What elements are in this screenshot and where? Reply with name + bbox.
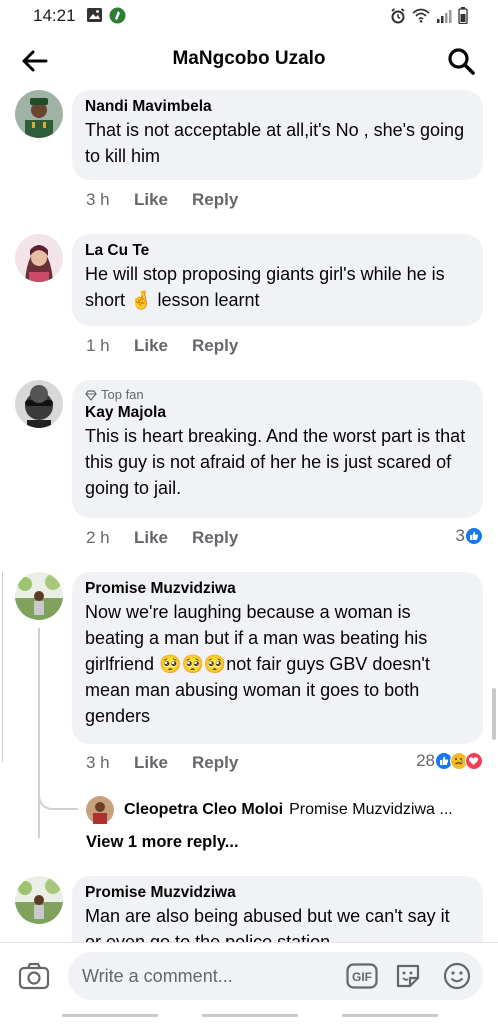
view-more-replies-link[interactable]: View 1 more reply... bbox=[86, 833, 239, 852]
comment-text: Now we're laughing because a woman is be… bbox=[85, 599, 470, 729]
top-fan-label: Top fan bbox=[101, 387, 144, 402]
status-right-icons bbox=[390, 7, 468, 24]
reaction-count: 3 bbox=[455, 526, 465, 545]
top-fan-badge: Top fan bbox=[85, 387, 470, 403]
avatar-image bbox=[15, 380, 63, 428]
nav-back-indicator[interactable] bbox=[342, 1014, 438, 1017]
commenter-name[interactable]: Promise Muzvidziwa bbox=[85, 579, 470, 599]
avatar-image bbox=[15, 90, 63, 138]
comment-text: That is not acceptable at all,it's No , … bbox=[85, 120, 465, 166]
emoji-icon[interactable] bbox=[443, 962, 471, 990]
page-title: MaNgcobo Uzalo bbox=[172, 48, 326, 69]
reply-thread-line bbox=[38, 628, 40, 810]
comment-actions: 3 h Like Reply bbox=[86, 753, 238, 773]
comment-bubble[interactable]: Promise Muzvidziwa Now we're laughing be… bbox=[72, 572, 483, 744]
edge-handle bbox=[0, 572, 3, 762]
comment-timestamp[interactable]: 3 h bbox=[86, 190, 134, 210]
reply-author-name[interactable]: Cleopetra Cleo Moloi bbox=[124, 801, 283, 819]
like-button[interactable]: Like bbox=[134, 753, 192, 773]
camera-icon[interactable] bbox=[18, 961, 50, 991]
comments-feed[interactable]: Nandi Mavimbela That is not acceptable a… bbox=[0, 90, 498, 942]
reply-button[interactable]: Reply bbox=[192, 753, 238, 773]
crossed-fingers-emoji: 🤞 bbox=[130, 290, 153, 310]
nav-recents-indicator[interactable] bbox=[62, 1014, 158, 1017]
comment-input[interactable] bbox=[82, 960, 342, 992]
comment-timestamp[interactable]: 2 h bbox=[86, 528, 134, 548]
gif-icon[interactable]: GIF bbox=[346, 963, 378, 989]
status-left-icons bbox=[86, 7, 126, 24]
diamond-badge-icon bbox=[85, 389, 97, 401]
like-button[interactable]: Like bbox=[134, 190, 192, 210]
avatar[interactable] bbox=[15, 90, 63, 138]
avatar[interactable] bbox=[15, 234, 63, 282]
reaction-summary[interactable]: 3 bbox=[456, 526, 483, 546]
nav-home-indicator[interactable] bbox=[202, 1014, 298, 1017]
like-button[interactable]: Like bbox=[134, 336, 192, 356]
reply-thread-connector bbox=[38, 790, 78, 810]
reply-button[interactable]: Reply bbox=[192, 528, 238, 548]
reaction-summary[interactable]: 28 bbox=[416, 751, 483, 771]
gif-label: GIF bbox=[352, 970, 372, 984]
avatar[interactable] bbox=[86, 796, 114, 824]
reply-thread-line bbox=[38, 790, 40, 838]
comment-timestamp[interactable]: 1 h bbox=[86, 336, 134, 356]
battery-icon bbox=[458, 7, 468, 24]
reply-preview-text: Promise Muzvidziwa ... bbox=[289, 801, 453, 818]
commenter-name[interactable]: La Cu Te bbox=[85, 241, 470, 261]
scrollbar-thumb[interactable] bbox=[492, 688, 496, 740]
comment-bubble[interactable]: Nandi Mavimbela That is not acceptable a… bbox=[72, 90, 483, 180]
comment-actions: 2 h Like Reply bbox=[86, 528, 238, 548]
comment-input-container[interactable]: GIF bbox=[68, 952, 483, 1000]
like-reaction-icon bbox=[465, 527, 483, 545]
comment-timestamp[interactable]: 3 h bbox=[86, 753, 134, 773]
app-notification-icon bbox=[109, 7, 126, 24]
status-time: 14:21 bbox=[33, 6, 76, 25]
love-reaction-icon bbox=[465, 752, 483, 770]
comment-bubble[interactable]: La Cu Te He will stop proposing giants g… bbox=[72, 234, 483, 326]
wifi-icon bbox=[412, 8, 430, 23]
pleading-face-emoji: 🥺🥺🥺 bbox=[159, 654, 227, 674]
like-button[interactable]: Like bbox=[134, 528, 192, 548]
commenter-name[interactable]: Promise Muzvidziwa bbox=[85, 883, 470, 903]
reply-preview[interactable]: Cleopetra Cleo Moloi Promise Muzvidziwa … bbox=[86, 796, 453, 824]
comment-composer: GIF bbox=[0, 942, 498, 1008]
comment-text: Man are also being abused but we can't s… bbox=[85, 906, 450, 942]
comment-actions: 3 h Like Reply bbox=[86, 190, 238, 210]
comment-bubble[interactable]: Top fan Kay Majola This is heart breakin… bbox=[72, 380, 483, 518]
gallery-notification-icon bbox=[87, 8, 102, 22]
comment-text-part: lesson learnt bbox=[152, 290, 260, 310]
avatar-image bbox=[15, 572, 63, 620]
reaction-count: 28 bbox=[416, 751, 435, 770]
alarm-icon bbox=[391, 7, 405, 23]
commenter-name[interactable]: Kay Majola bbox=[85, 403, 470, 423]
sticker-icon[interactable] bbox=[394, 962, 422, 990]
avatar[interactable] bbox=[15, 380, 63, 428]
reply-button[interactable]: Reply bbox=[192, 336, 238, 356]
comment-text: This is heart breaking. And the worst pa… bbox=[85, 426, 466, 498]
top-app-bar: MaNgcobo Uzalo bbox=[0, 32, 498, 90]
avatar[interactable] bbox=[15, 572, 63, 620]
avatar[interactable] bbox=[15, 876, 63, 924]
commenter-name[interactable]: Nandi Mavimbela bbox=[85, 97, 470, 117]
comment-bubble[interactable]: Promise Muzvidziwa Man are also being ab… bbox=[72, 876, 483, 942]
status-bar: 14:21 bbox=[0, 0, 498, 32]
system-nav-bar bbox=[0, 1008, 498, 1024]
comment-text: He will stop proposing giants girl's whi… bbox=[85, 261, 470, 313]
comment-actions: 1 h Like Reply bbox=[86, 336, 238, 356]
avatar-image bbox=[15, 876, 63, 924]
search-icon[interactable] bbox=[446, 46, 476, 76]
signal-icon bbox=[437, 9, 452, 23]
reply-button[interactable]: Reply bbox=[192, 190, 238, 210]
avatar-image bbox=[15, 234, 63, 282]
